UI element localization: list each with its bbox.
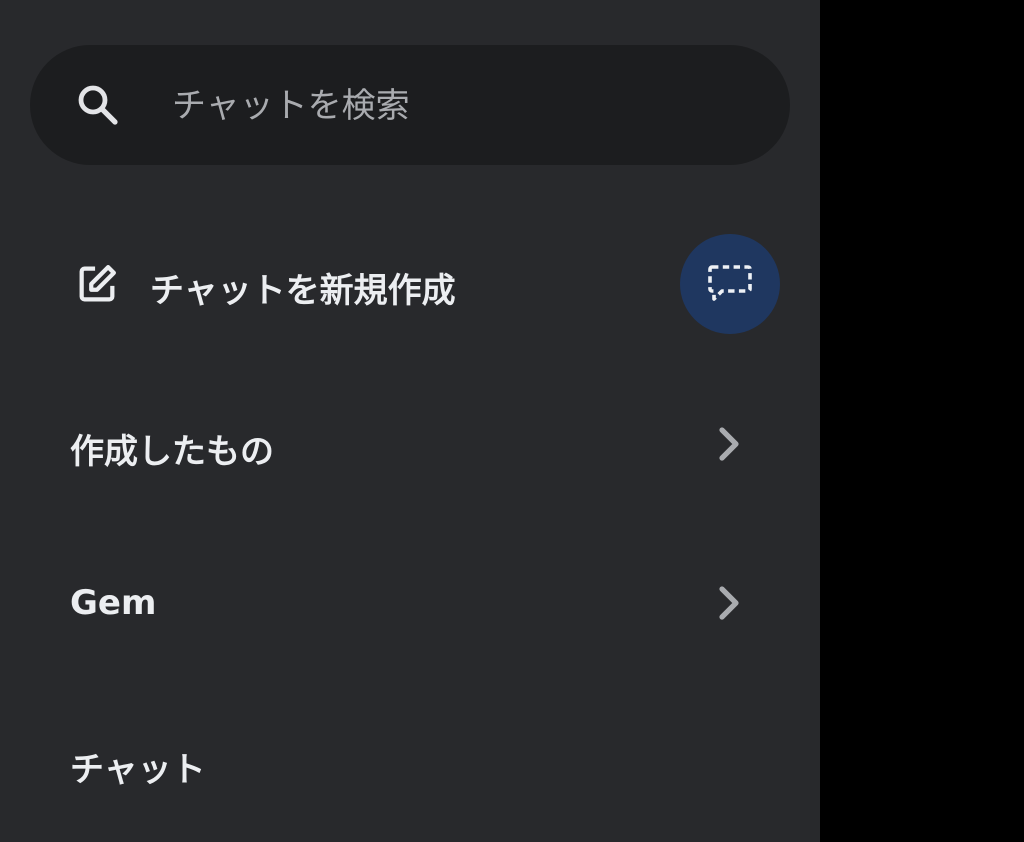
- navigation-drawer: チャットを新規作成 作成したもの Gem チャット: [0, 0, 820, 842]
- search-icon: [78, 85, 118, 125]
- search-input[interactable]: [170, 75, 754, 137]
- nav-item-label: 作成したもの: [70, 432, 274, 472]
- drawer-scrim[interactable]: [820, 0, 1024, 842]
- new-chat-button[interactable]: チャットを新規作成: [0, 225, 660, 345]
- temporary-chat-button[interactable]: [680, 234, 780, 334]
- nav-item-my-stuff[interactable]: 作成したもの: [0, 384, 820, 504]
- temporary-chat-icon: [708, 265, 752, 301]
- search-bar[interactable]: [30, 45, 790, 165]
- chevron-right-icon: [719, 586, 739, 620]
- nav-item-label: Gem: [70, 583, 157, 623]
- edit-icon: [79, 265, 116, 302]
- new-chat-label: チャットを新規作成: [150, 271, 456, 311]
- nav-item-gem[interactable]: Gem: [0, 543, 820, 663]
- chats-section-heading: チャット: [70, 750, 206, 790]
- chevron-right-icon: [719, 427, 739, 461]
